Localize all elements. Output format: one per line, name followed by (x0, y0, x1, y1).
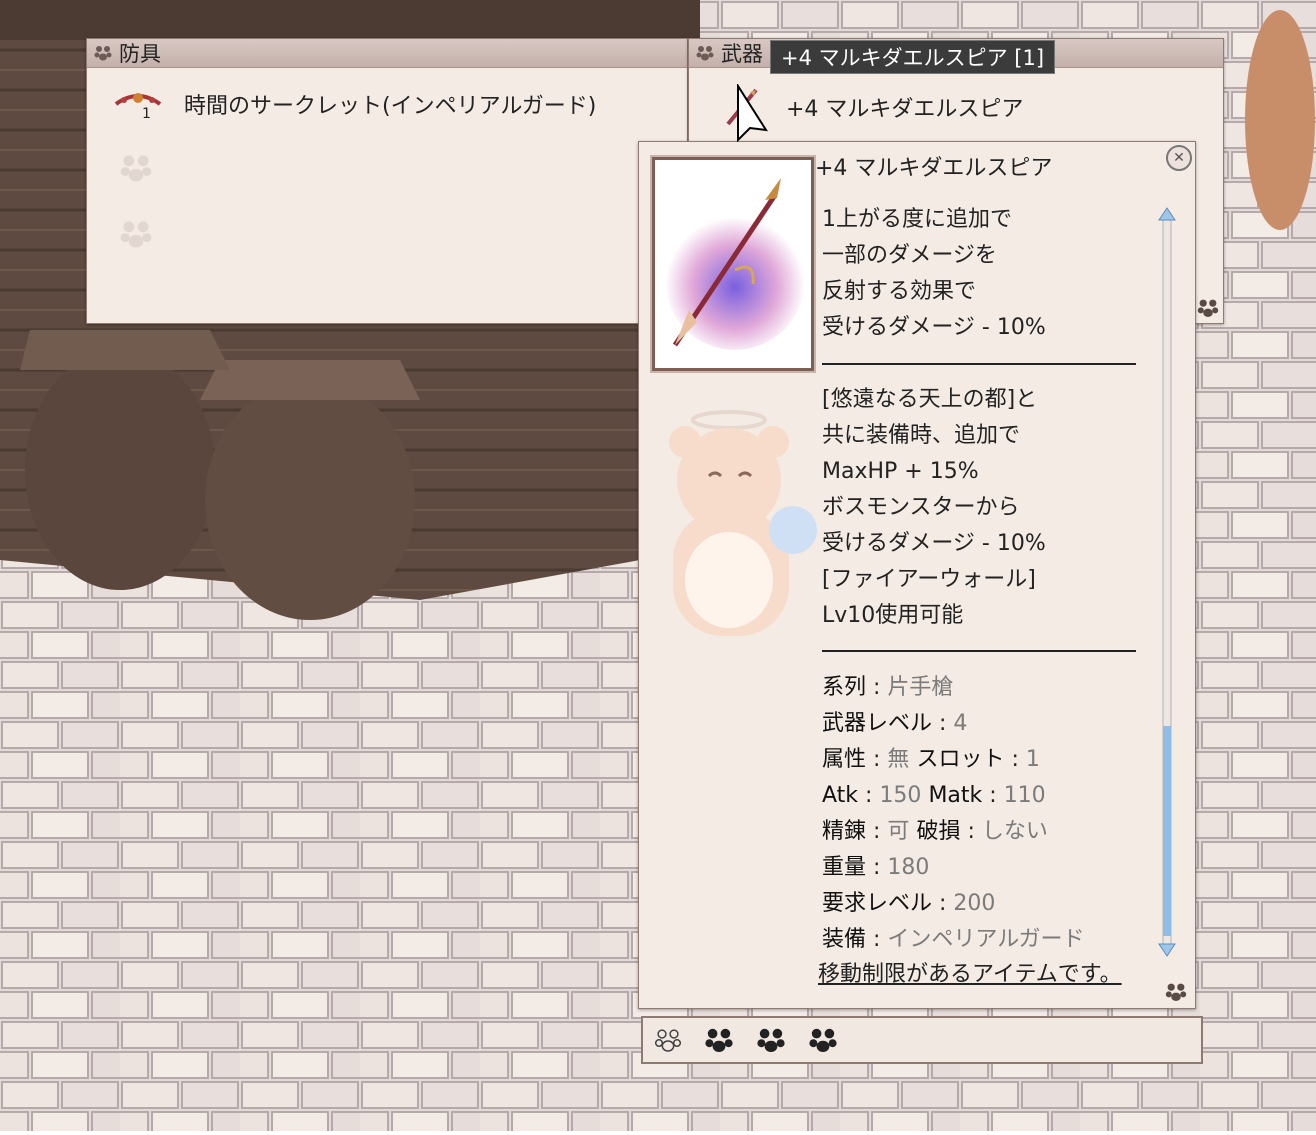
slot-refine-badge: 1 (142, 106, 151, 122)
stat-equip-class: 装備 : インペリアルガード (822, 927, 1085, 952)
stat-value: 200 (953, 891, 996, 916)
spear-illustration (655, 160, 811, 368)
resize-paw-icon[interactable] (1164, 980, 1188, 1004)
card-slot-sealed-paw-icon[interactable] (755, 1024, 787, 1056)
effect-line: 反射する効果で (822, 279, 977, 304)
card-slot-sealed-paw-icon[interactable] (703, 1024, 735, 1056)
item-hover-tooltip: +4 マルキダエルスピア [1] (770, 40, 1056, 74)
set-line: 受けるダメージ - 10% (822, 531, 1046, 556)
stat-weight: 重量 : 180 (822, 855, 930, 880)
stat-value: 180 (887, 855, 930, 880)
card-slot-sealed-paw-icon[interactable] (807, 1024, 839, 1056)
effect-line: 1上がる度に追加で (822, 207, 1012, 232)
card-slot-bar (641, 1016, 1203, 1064)
stat-value: 110 (1003, 783, 1046, 808)
stat-value: 可 (887, 819, 910, 844)
armor-window-titlebar[interactable]: 防具 (87, 39, 687, 68)
paw-icon (94, 46, 112, 61)
stat-label: 精錬 (822, 819, 867, 844)
armor-window-title: 防具 (119, 42, 161, 66)
set-line: ボスモンスターから (822, 495, 1020, 520)
stat-value: 片手槍 (887, 675, 954, 700)
tooltip-text: +4 マルキダエルスピア [1] (781, 46, 1045, 70)
section-divider (822, 363, 1136, 365)
stat-refine-break: 精錬 : 可 破損 : しない (822, 819, 1048, 844)
stat-value: 1 (1025, 747, 1040, 772)
card-slot-empty-paw-icon[interactable] (653, 1025, 683, 1055)
item-illustration-frame (652, 157, 814, 371)
stat-label: 武器レベル (822, 711, 933, 736)
stat-label: 装備 (822, 927, 867, 952)
weapon-window-title: 武器 (721, 42, 763, 66)
armor-equipment-window: 防具 (86, 38, 688, 324)
stat-type: 系列 : 片手槍 (822, 675, 954, 700)
stat-atk-matk: Atk : 150 Matk : 110 (822, 783, 1046, 808)
set-line: MaxHP + 15% (822, 459, 979, 484)
weapon-slot-item-name: +4 マルキダエルスピア (786, 97, 1024, 122)
stat-value: 4 (953, 711, 968, 736)
bear-mascot-illustration (669, 410, 817, 636)
paw-icon (1197, 299, 1219, 317)
stat-label: 属性 (822, 747, 867, 772)
stat-value: 150 (879, 783, 922, 808)
stat-weapon-level: 武器レベル : 4 (822, 711, 968, 736)
circlet-icon (114, 93, 162, 106)
scroll-up-arrow-icon[interactable] (1158, 207, 1176, 221)
stat-label: 要求レベル (822, 891, 933, 916)
stat-label: 系列 (822, 675, 867, 700)
stat-element-slot: 属性 : 無 スロット : 1 (822, 747, 1040, 772)
stat-label: スロット (916, 747, 1005, 772)
scroll-down-arrow-icon[interactable] (1158, 943, 1176, 957)
stat-value: 無 (887, 747, 910, 772)
description-scrollbar[interactable] (1157, 206, 1177, 958)
empty-slot-paw-icon[interactable] (118, 216, 154, 252)
stat-required-level: 要求レベル : 200 (822, 891, 996, 916)
stat-value: しない (981, 819, 1048, 844)
item-name: +4 マルキダエルスピア (815, 156, 1053, 181)
effect-line: 受けるダメージ - 10% (822, 315, 1046, 340)
armor-slot-headgear[interactable]: 1 時間のサークレット(インペリアルガード) (112, 86, 596, 122)
set-line: 共に装備時、追加で (822, 423, 1021, 448)
restriction-note-link[interactable]: 移動制限があるアイテムです。 (818, 957, 1122, 993)
stat-value: インペリアルガード (887, 927, 1085, 952)
set-line: [ファイアーウォール] (822, 567, 1036, 592)
stat-label: Atk (822, 783, 859, 808)
effect-line: 一部のダメージを (822, 243, 997, 268)
close-icon[interactable]: ✕ (1166, 145, 1192, 171)
set-line: Lv10使用可能 (822, 603, 964, 628)
mouse-cursor-icon (737, 84, 768, 143)
stat-label: 重量 (822, 855, 867, 880)
armor-slot-item-name: 時間のサークレット(インペリアルガード) (184, 94, 597, 119)
section-divider (822, 650, 1136, 652)
stat-label: Matk (928, 783, 983, 808)
stat-label: 破損 (916, 819, 961, 844)
paw-icon (696, 46, 714, 61)
set-line: [悠遠なる天上の都]と (822, 387, 1038, 412)
empty-slot-paw-icon[interactable] (118, 150, 154, 186)
